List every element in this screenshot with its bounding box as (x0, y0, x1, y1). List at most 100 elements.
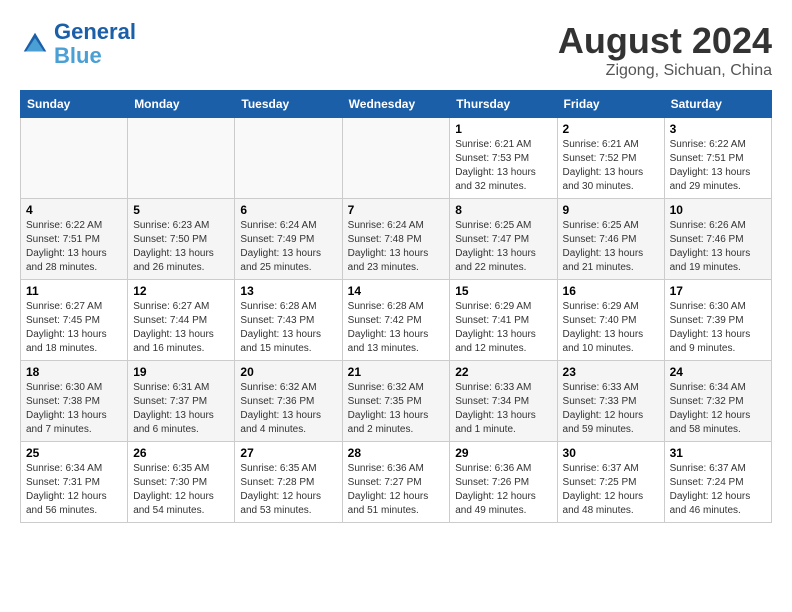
calendar-cell: 31 Sunrise: 6:37 AM Sunset: 7:24 PM Dayli… (664, 442, 771, 523)
calendar-cell: 5 Sunrise: 6:23 AM Sunset: 7:50 PM Daylig… (128, 199, 235, 280)
calendar-cell: 21 Sunrise: 6:32 AM Sunset: 7:35 PM Dayli… (342, 361, 450, 442)
day-number: 19 (133, 365, 229, 379)
logo-text: General Blue (54, 20, 136, 68)
calendar-cell: 20 Sunrise: 6:32 AM Sunset: 7:36 PM Dayli… (235, 361, 342, 442)
day-number: 6 (240, 203, 336, 217)
day-info: Sunrise: 6:25 AM Sunset: 7:46 PM Dayligh… (563, 219, 659, 275)
day-info: Sunrise: 6:21 AM Sunset: 7:53 PM Dayligh… (455, 138, 551, 194)
calendar-cell: 11Sunrise: 6:27 AM Sunset: 7:45 PM Dayli… (21, 280, 128, 361)
day-info: Sunrise: 6:27 AM Sunset: 7:45 PM Dayligh… (26, 300, 122, 356)
calendar-cell: 1 Sunrise: 6:21 AM Sunset: 7:53 PM Daylig… (450, 118, 557, 199)
calendar-cell (128, 118, 235, 199)
header-cell-monday: Monday (128, 91, 235, 118)
calendar-cell: 10 Sunrise: 6:26 AM Sunset: 7:46 PM Dayli… (664, 199, 771, 280)
day-number: 25 (26, 446, 122, 460)
day-info: Sunrise: 6:30 AM Sunset: 7:39 PM Dayligh… (670, 300, 766, 356)
day-info: Sunrise: 6:22 AM Sunset: 7:51 PM Dayligh… (670, 138, 766, 194)
calendar-cell: 27 Sunrise: 6:35 AM Sunset: 7:28 PM Dayli… (235, 442, 342, 523)
day-number: 24 (670, 365, 766, 379)
day-number: 1 (455, 122, 551, 136)
day-info: Sunrise: 6:31 AM Sunset: 7:37 PM Dayligh… (133, 381, 229, 437)
day-info: Sunrise: 6:28 AM Sunset: 7:43 PM Dayligh… (240, 300, 336, 356)
day-info: Sunrise: 6:32 AM Sunset: 7:36 PM Dayligh… (240, 381, 336, 437)
day-number: 21 (348, 365, 445, 379)
calendar-cell: 22 Sunrise: 6:33 AM Sunset: 7:34 PM Dayli… (450, 361, 557, 442)
page-header: General Blue August 2024 Zigong, Sichuan… (20, 20, 772, 80)
header-cell-friday: Friday (557, 91, 664, 118)
calendar-cell: 12Sunrise: 6:27 AM Sunset: 7:44 PM Dayli… (128, 280, 235, 361)
day-number: 26 (133, 446, 229, 460)
main-title: August 2024 (558, 20, 772, 62)
day-number: 29 (455, 446, 551, 460)
header-cell-sunday: Sunday (21, 91, 128, 118)
calendar-cell: 16Sunrise: 6:29 AM Sunset: 7:40 PM Dayli… (557, 280, 664, 361)
day-info: Sunrise: 6:34 AM Sunset: 7:32 PM Dayligh… (670, 381, 766, 437)
calendar-cell (342, 118, 450, 199)
day-info: Sunrise: 6:23 AM Sunset: 7:50 PM Dayligh… (133, 219, 229, 275)
calendar-cell: 29 Sunrise: 6:36 AM Sunset: 7:26 PM Dayli… (450, 442, 557, 523)
day-info: Sunrise: 6:26 AM Sunset: 7:46 PM Dayligh… (670, 219, 766, 275)
calendar-cell: 23Sunrise: 6:33 AM Sunset: 7:33 PM Dayli… (557, 361, 664, 442)
week-row-3: 11Sunrise: 6:27 AM Sunset: 7:45 PM Dayli… (21, 280, 772, 361)
day-info: Sunrise: 6:29 AM Sunset: 7:41 PM Dayligh… (455, 300, 551, 356)
calendar-cell: 9Sunrise: 6:25 AM Sunset: 7:46 PM Daylig… (557, 199, 664, 280)
day-number: 18 (26, 365, 122, 379)
day-info: Sunrise: 6:21 AM Sunset: 7:52 PM Dayligh… (563, 138, 659, 194)
day-number: 23 (563, 365, 659, 379)
day-number: 27 (240, 446, 336, 460)
day-info: Sunrise: 6:30 AM Sunset: 7:38 PM Dayligh… (26, 381, 122, 437)
day-number: 12 (133, 284, 229, 298)
calendar-cell: 3 Sunrise: 6:22 AM Sunset: 7:51 PM Daylig… (664, 118, 771, 199)
header-cell-saturday: Saturday (664, 91, 771, 118)
calendar-cell: 6Sunrise: 6:24 AM Sunset: 7:49 PM Daylig… (235, 199, 342, 280)
calendar-cell (21, 118, 128, 199)
day-info: Sunrise: 6:35 AM Sunset: 7:30 PM Dayligh… (133, 462, 229, 518)
day-number: 7 (348, 203, 445, 217)
subtitle: Zigong, Sichuan, China (558, 62, 772, 80)
calendar-cell: 17Sunrise: 6:30 AM Sunset: 7:39 PM Dayli… (664, 280, 771, 361)
day-info: Sunrise: 6:37 AM Sunset: 7:25 PM Dayligh… (563, 462, 659, 518)
calendar-cell: 18 Sunrise: 6:30 AM Sunset: 7:38 PM Dayli… (21, 361, 128, 442)
calendar-cell: 15Sunrise: 6:29 AM Sunset: 7:41 PM Dayli… (450, 280, 557, 361)
calendar-cell: 14Sunrise: 6:28 AM Sunset: 7:42 PM Dayli… (342, 280, 450, 361)
week-row-2: 4 Sunrise: 6:22 AM Sunset: 7:51 PM Daylig… (21, 199, 772, 280)
day-number: 2 (563, 122, 659, 136)
day-number: 16 (563, 284, 659, 298)
calendar-cell: 30Sunrise: 6:37 AM Sunset: 7:25 PM Dayli… (557, 442, 664, 523)
week-row-5: 25 Sunrise: 6:34 AM Sunset: 7:31 PM Dayli… (21, 442, 772, 523)
day-info: Sunrise: 6:22 AM Sunset: 7:51 PM Dayligh… (26, 219, 122, 275)
day-info: Sunrise: 6:36 AM Sunset: 7:26 PM Dayligh… (455, 462, 551, 518)
calendar-cell: 19 Sunrise: 6:31 AM Sunset: 7:37 PM Dayli… (128, 361, 235, 442)
calendar-cell (235, 118, 342, 199)
day-info: Sunrise: 6:28 AM Sunset: 7:42 PM Dayligh… (348, 300, 445, 356)
day-number: 22 (455, 365, 551, 379)
header-cell-wednesday: Wednesday (342, 91, 450, 118)
day-info: Sunrise: 6:35 AM Sunset: 7:28 PM Dayligh… (240, 462, 336, 518)
calendar-cell: 25 Sunrise: 6:34 AM Sunset: 7:31 PM Dayli… (21, 442, 128, 523)
header-cell-tuesday: Tuesday (235, 91, 342, 118)
day-info: Sunrise: 6:24 AM Sunset: 7:48 PM Dayligh… (348, 219, 445, 275)
calendar-cell: 4 Sunrise: 6:22 AM Sunset: 7:51 PM Daylig… (21, 199, 128, 280)
day-number: 3 (670, 122, 766, 136)
logo-icon (20, 29, 50, 59)
day-number: 5 (133, 203, 229, 217)
day-number: 10 (670, 203, 766, 217)
day-info: Sunrise: 6:32 AM Sunset: 7:35 PM Dayligh… (348, 381, 445, 437)
calendar-cell: 8 Sunrise: 6:25 AM Sunset: 7:47 PM Daylig… (450, 199, 557, 280)
day-info: Sunrise: 6:25 AM Sunset: 7:47 PM Dayligh… (455, 219, 551, 275)
day-info: Sunrise: 6:33 AM Sunset: 7:34 PM Dayligh… (455, 381, 551, 437)
calendar-cell: 26 Sunrise: 6:35 AM Sunset: 7:30 PM Dayli… (128, 442, 235, 523)
week-row-1: 1 Sunrise: 6:21 AM Sunset: 7:53 PM Daylig… (21, 118, 772, 199)
calendar-cell: 24 Sunrise: 6:34 AM Sunset: 7:32 PM Dayli… (664, 361, 771, 442)
day-number: 20 (240, 365, 336, 379)
calendar-cell: 13Sunrise: 6:28 AM Sunset: 7:43 PM Dayli… (235, 280, 342, 361)
calendar-cell: 7 Sunrise: 6:24 AM Sunset: 7:48 PM Daylig… (342, 199, 450, 280)
calendar-cell: 2 Sunrise: 6:21 AM Sunset: 7:52 PM Daylig… (557, 118, 664, 199)
day-number: 4 (26, 203, 122, 217)
day-number: 31 (670, 446, 766, 460)
calendar-cell: 28Sunrise: 6:36 AM Sunset: 7:27 PM Dayli… (342, 442, 450, 523)
day-number: 8 (455, 203, 551, 217)
day-info: Sunrise: 6:37 AM Sunset: 7:24 PM Dayligh… (670, 462, 766, 518)
calendar-table: SundayMondayTuesdayWednesdayThursdayFrid… (20, 90, 772, 523)
day-info: Sunrise: 6:34 AM Sunset: 7:31 PM Dayligh… (26, 462, 122, 518)
